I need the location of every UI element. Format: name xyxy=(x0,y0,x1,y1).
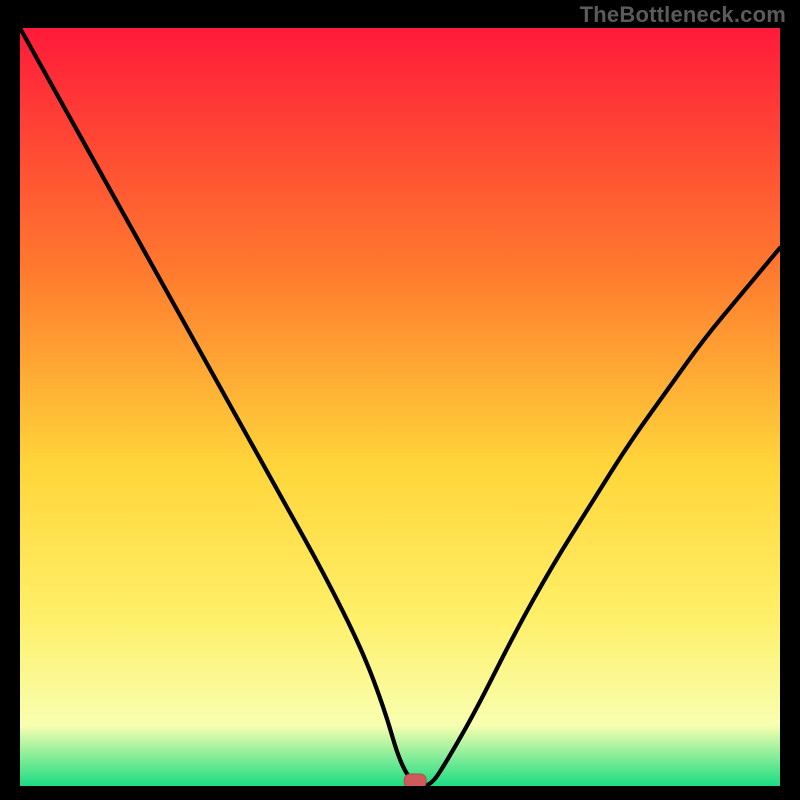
bottleneck-chart xyxy=(20,28,780,786)
chart-frame: TheBottleneck.com xyxy=(0,0,800,800)
optimal-marker xyxy=(404,774,426,786)
gradient-background xyxy=(20,28,780,786)
watermark-label: TheBottleneck.com xyxy=(580,2,786,28)
